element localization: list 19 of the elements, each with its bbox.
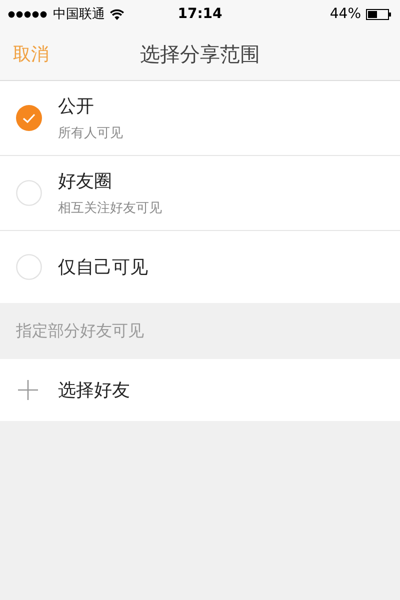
plus-icon: [18, 380, 38, 400]
option-description: 相互关注好友可见: [58, 200, 162, 217]
wifi-icon: [110, 8, 124, 20]
signal-icon: [8, 10, 48, 18]
option-label: 仅自己可见: [58, 256, 148, 279]
visibility-option[interactable]: 仅自己可见: [0, 231, 400, 303]
visibility-option[interactable]: 公开 所有人可见: [0, 81, 400, 156]
option-description: 所有人可见: [58, 125, 123, 142]
page-title: 选择分享范围: [140, 40, 260, 68]
status-time: 17:14: [178, 6, 222, 22]
visibility-option[interactable]: 好友圈 相互关注好友可见: [0, 156, 400, 231]
section-header: 指定部分好友可见: [16, 320, 144, 342]
battery-icon: [366, 8, 392, 20]
option-label: 好友圈: [58, 170, 113, 193]
battery-percent: 44%: [330, 6, 361, 22]
select-friends-label: 选择好友: [58, 379, 130, 402]
option-label: 公开: [58, 95, 95, 118]
carrier-name: 中国联通: [53, 6, 105, 23]
select-friends-row[interactable]: 选择好友: [0, 359, 400, 421]
